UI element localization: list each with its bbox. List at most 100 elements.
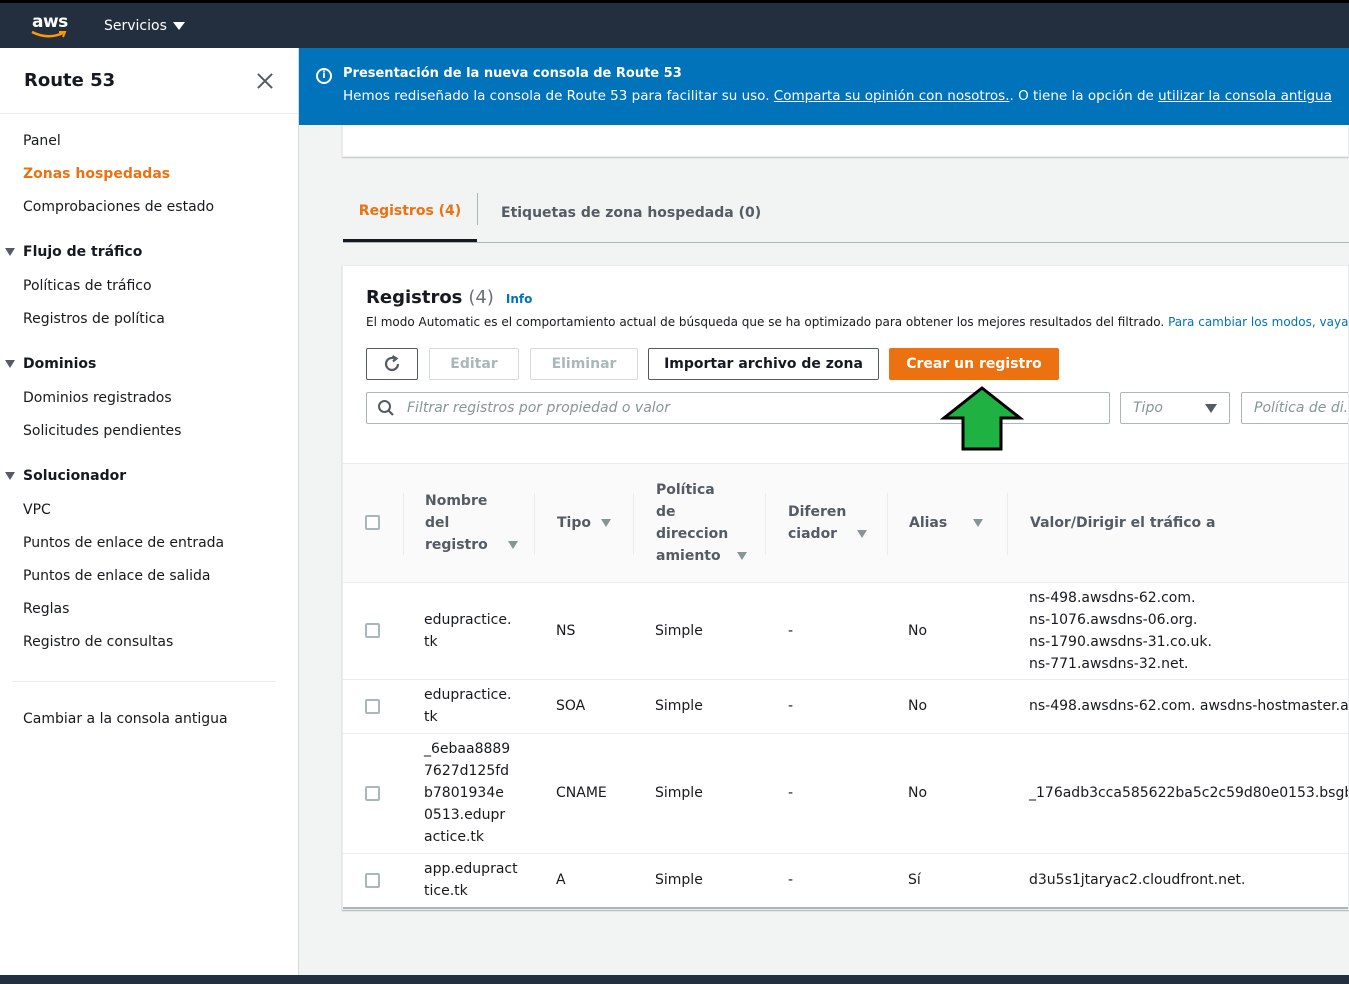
sidebar-item-registered-domains[interactable]: Dominios registrados — [23, 390, 172, 406]
caret-down-icon — [5, 360, 15, 368]
info-link[interactable]: Info — [506, 292, 532, 306]
type-filter-select[interactable]: Tipo — [1120, 392, 1230, 424]
column-header-alias[interactable]: Alias — [909, 512, 984, 534]
column-header-record-name[interactable]: Nombre del registro — [425, 490, 518, 556]
sidebar-item-outbound-endpoints[interactable]: Puntos de enlace de salida — [23, 568, 210, 584]
sidebar-item-traffic-policies[interactable]: Políticas de tráfico — [23, 278, 152, 294]
sidebar-item-hosted-zones[interactable]: Zonas hospedadas — [23, 166, 170, 182]
sidebar-item-query-logging[interactable]: Registro de consultas — [23, 634, 173, 650]
record-value-line: ns-498.awsdns-62.com. — [1029, 590, 1196, 606]
record-value: ns-498.awsdns-62.com. ns-1076.awsdns-06.… — [1029, 587, 1212, 675]
banner-title: Presentación de la nueva consola de Rout… — [343, 66, 682, 81]
row-checkbox[interactable] — [365, 786, 380, 801]
sidebar-section-resolver[interactable]: Solucionador — [5, 468, 126, 484]
record-name-part: b7801934e — [424, 785, 504, 801]
column-separator — [633, 493, 634, 555]
banner-text: Hemos rediseñado la consola de Route 53 … — [343, 88, 1349, 104]
column-header-text: registro — [425, 537, 488, 553]
sidebar-section-traffic-flow[interactable]: Flujo de tráfico — [5, 244, 142, 260]
refresh-icon — [384, 355, 400, 372]
aws-logo[interactable]: aws — [30, 10, 70, 42]
banner-text-middle: . O tiene la opción de — [1009, 88, 1159, 104]
record-name-part: _6ebaa8889 — [424, 741, 511, 757]
record-name-part: app.edupract — [424, 861, 518, 877]
feedback-link[interactable]: Comparta su opinión con nosotros. — [774, 88, 1010, 104]
table-row[interactable]: app.edupract tice.tk A Simple - Sí d3u5s… — [343, 854, 1348, 909]
close-icon[interactable] — [256, 72, 274, 90]
record-name: edupractice. tk — [424, 684, 511, 728]
record-differentiator: - — [788, 872, 794, 888]
record-type: CNAME — [556, 785, 607, 801]
caret-down-icon — [172, 21, 185, 30]
zone-tabs: Registros (4) Etiquetas de zona hospedad… — [343, 183, 1349, 243]
arrow-up-annotation-icon — [940, 386, 1024, 451]
records-title: Registros — [366, 287, 463, 308]
aws-logo-text: aws — [32, 11, 68, 32]
row-checkbox[interactable] — [365, 623, 380, 638]
new-console-banner: i Presentación de la nueva consola de Ro… — [299, 48, 1349, 125]
sidebar-item-rules[interactable]: Reglas — [23, 601, 69, 617]
sidebar-section-title: Dominios — [23, 356, 97, 372]
table-row[interactable]: _6ebaa8889 7627d125fd b7801934e 0513.edu… — [343, 734, 1349, 854]
record-alias: Sí — [908, 872, 921, 888]
column-header-routing-policy[interactable]: Política de direccion amiento — [656, 479, 747, 567]
banner-text-before: Hemos rediseñado la consola de Route 53 … — [343, 88, 774, 104]
sidebar-switch-old-console-link[interactable]: Cambiar a la consola antigua — [23, 711, 228, 727]
record-alias: No — [908, 698, 928, 714]
create-record-button[interactable]: Crear un registro — [889, 348, 1059, 380]
records-description-text: El modo Automatic es el comportamiento a… — [366, 315, 1169, 329]
column-header-text: amiento — [656, 548, 721, 564]
sidebar-item-policy-records[interactable]: Registros de política — [23, 311, 165, 327]
column-header-text: ciador — [788, 526, 838, 542]
record-value: _176adb3cca585622ba5c2c59d80e0153.bsgb — [1029, 785, 1349, 801]
row-checkbox[interactable] — [365, 699, 380, 714]
record-differentiator: - — [788, 698, 794, 714]
record-routing-policy: Simple — [655, 872, 703, 888]
table-row[interactable]: edupractice. tk SOA Simple - No ns-498.a… — [343, 680, 1348, 734]
record-name-part: tk — [424, 634, 438, 650]
sidebar-item-pending-requests[interactable]: Solicitudes pendientes — [23, 423, 181, 439]
caret-down-icon — [5, 248, 15, 256]
record-name-part: 0513.edupr — [424, 807, 506, 823]
record-name: app.edupract tice.tk — [424, 858, 518, 902]
sidebar-header: Route 53 — [0, 48, 298, 114]
top-navigation-bar: aws Servicios — [0, 0, 1349, 48]
change-mode-link[interactable]: Para cambiar los modos, vaya a — [1168, 315, 1348, 329]
sidebar-section-domains[interactable]: Dominios — [5, 356, 96, 372]
services-menu[interactable]: Servicios — [104, 18, 185, 34]
column-header-differentiator[interactable]: Diferen ciador — [788, 501, 868, 545]
sidebar-section-title: Solucionador — [23, 468, 127, 484]
record-routing-policy: Simple — [655, 623, 703, 639]
edit-button[interactable]: Editar — [429, 348, 519, 380]
record-name-part: edupractice. — [424, 687, 512, 703]
column-separator — [534, 493, 535, 555]
row-checkbox[interactable] — [365, 873, 380, 888]
sidebar-item-panel[interactable]: Panel — [23, 133, 61, 149]
tab-records[interactable]: Registros (4) — [343, 183, 477, 242]
sidebar: Route 53 Panel Zonas hospedadas Comproba… — [0, 48, 299, 975]
table-row[interactable]: edupractice. tk NS Simple - No ns-498.aw… — [343, 583, 1348, 680]
old-console-link[interactable]: utilizar la consola antigua — [1158, 88, 1332, 104]
record-name: edupractice. tk — [424, 609, 511, 653]
select-all-checkbox[interactable] — [365, 515, 380, 530]
sidebar-item-vpc[interactable]: VPC — [23, 502, 51, 518]
records-description: El modo Automatic es el comportamiento a… — [366, 315, 1348, 329]
record-alias: No — [908, 785, 928, 801]
import-zone-file-button[interactable]: Importar archivo de zona — [648, 348, 879, 380]
record-value-line: ns-1076.awsdns-06.org. — [1029, 612, 1198, 628]
column-header-text: Nombre — [425, 493, 488, 509]
sidebar-item-inbound-endpoints[interactable]: Puntos de enlace de entrada — [23, 535, 224, 551]
sidebar-item-health-checks[interactable]: Comprobaciones de estado — [23, 199, 214, 215]
tab-tags-label: Etiquetas de zona hospedada (0) — [501, 204, 762, 221]
record-name-part: tk — [424, 709, 438, 725]
tab-hosted-zone-tags[interactable]: Etiquetas de zona hospedada (0) — [501, 183, 761, 242]
refresh-button[interactable] — [366, 348, 418, 380]
column-header-value[interactable]: Valor/Dirigir el tráfico a — [1030, 512, 1216, 534]
records-count: (4) — [468, 287, 494, 308]
column-header-type[interactable]: Tipo — [557, 512, 611, 534]
routing-policy-filter-select[interactable]: Política de di... — [1241, 392, 1348, 424]
bottom-bar — [0, 975, 1349, 984]
delete-button[interactable]: Eliminar — [530, 348, 638, 380]
column-header-text: Valor/Dirigir el tráfico a — [1030, 515, 1216, 531]
sort-down-icon — [736, 552, 747, 560]
